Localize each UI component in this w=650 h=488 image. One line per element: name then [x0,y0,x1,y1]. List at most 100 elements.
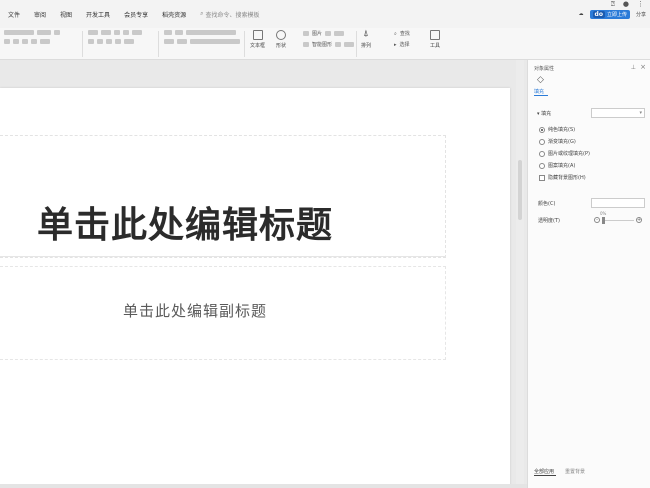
transparency-slider[interactable] [602,217,634,224]
command-search[interactable]: ⌕ 查找命令、搜索模板 [200,10,259,19]
fill-select[interactable]: ▾ [591,108,645,118]
toolbox-button[interactable]: 工具 [430,30,440,49]
toolbar-divider [82,31,83,57]
title-divider [0,256,446,257]
hide-background-checkbox[interactable] [539,174,545,181]
picture-fill-label: 图片或纹理填充(P) [548,151,590,157]
upload-badge[interactable]: do 立即上传 [589,9,630,19]
more-icon[interactable]: ⋮ [637,0,644,9]
slide[interactable]: 单击此处编辑标题 单击此处编辑副标题 [0,88,510,488]
menu-item-file[interactable]: 文件 [8,10,20,19]
edit-group: ⌕ 查找 ▸ 选择 [394,30,410,49]
share-label[interactable]: 分享 [636,11,646,18]
menu-item-docer[interactable]: 稻壳资源 [162,10,186,19]
gradient-fill-radio[interactable] [539,138,545,145]
text-tool-row[interactable] [198,30,236,35]
vertical-text-icon[interactable] [175,30,183,35]
text-effect-icon[interactable] [164,39,174,44]
font-size-select[interactable] [37,30,51,35]
numbering-icon[interactable] [101,30,111,35]
textbox-button[interactable]: 文本框 [250,30,265,49]
toolbox-icon [430,30,440,40]
solid-fill-radio[interactable] [539,126,545,133]
shape-label: 形状 [276,43,287,49]
underline-icon[interactable] [22,39,28,44]
apply-all-button[interactable]: 全部应用 [534,468,554,475]
fill-bucket-icon[interactable]: ◇ [537,75,544,85]
slider-thumb[interactable] [602,217,605,224]
window-controls: ⍰ ● ⋮ [611,0,644,9]
menu-item-member[interactable]: 会员专享 [124,10,148,19]
increase-transparency-button[interactable]: + [636,217,642,223]
image-label[interactable]: 图片 [312,30,322,37]
pin-icon[interactable]: ⊥ [631,64,636,71]
indent-icon[interactable] [114,30,120,35]
upload-badge-label: 立即上传 [606,11,627,18]
select-label[interactable]: 选择 [400,41,410,48]
menu-item-view[interactable]: 视图 [60,10,72,19]
outline-label[interactable] [344,42,355,47]
shape-button[interactable]: 形状 [276,30,286,49]
fill-section-text: 填充 [541,111,552,117]
text-direction-group [164,30,200,44]
select-icon[interactable]: ▸ [394,42,397,48]
vertical-scrollbar[interactable] [516,60,524,488]
tab-underline [534,95,548,96]
option-pattern-fill[interactable]: 图案填充(A) [539,162,575,169]
apply-all-underline [534,475,556,476]
font-color-icon[interactable] [40,39,50,44]
gradient-fill-label: 渐变填充(G) [548,139,576,145]
textbox-icon [252,30,263,40]
close-icon[interactable]: × [640,63,646,71]
columns-icon[interactable] [124,39,134,44]
panel-title: 对象属性 [534,66,555,72]
slide-title[interactable]: 单击此处编辑标题 [37,196,333,248]
image-icon[interactable] [303,31,309,36]
option-hide-background[interactable]: 隐藏背景图形(H) [539,174,586,181]
option-picture-fill[interactable]: 图片或纹理填充(P) [539,150,590,157]
align-center-icon[interactable] [97,39,103,44]
bullets-icon[interactable] [88,30,98,35]
font-family-select[interactable] [4,30,34,35]
decrease-transparency-button[interactable]: - [594,217,600,223]
fill-icon[interactable] [325,31,332,36]
smartart-label[interactable]: 智能图形 [312,41,332,48]
avatar[interactable]: ● [623,0,629,9]
pattern-fill-label: 图案填充(A) [548,163,576,169]
text-format-row[interactable] [198,39,240,44]
color-picker[interactable] [591,198,645,208]
cloud-icon[interactable]: ☁ [579,11,584,17]
slide-subtitle[interactable]: 单击此处编辑副标题 [123,300,267,321]
line-spacing-icon[interactable] [132,30,142,35]
arrange-button[interactable]: ⍋ 排列 [361,30,371,50]
menu-item-developer[interactable]: 开发工具 [86,10,110,19]
justify-icon[interactable] [115,39,121,44]
align-right-icon[interactable] [106,39,112,44]
align-left-icon[interactable] [88,39,94,44]
strike-icon[interactable] [31,39,37,44]
smartart-icon[interactable] [303,42,309,47]
menu-item-review[interactable]: 审阅 [34,10,46,19]
text-direction-icon[interactable] [164,30,172,35]
outdent-icon[interactable] [123,30,129,35]
italic-icon[interactable] [13,39,19,44]
option-solid-fill[interactable]: 纯色填充(S) [539,126,575,133]
tab-fill[interactable]: 填充 [534,88,544,95]
option-gradient-fill[interactable]: 渐变填充(G) [539,138,576,145]
outline-icon[interactable] [335,42,342,47]
hide-background-label: 隐藏背景图形(H) [548,175,586,181]
font-grow-icon[interactable] [54,30,60,35]
find-icon[interactable]: ⌕ [394,31,397,37]
slide-canvas-area: 单击此处编辑标题 单击此处编辑副标题 [0,60,527,488]
help-icon[interactable]: ⍰ [611,0,615,9]
reset-background-button[interactable]: 重置背景 [565,468,585,475]
text-shadow-icon[interactable] [177,39,187,44]
pattern-fill-radio[interactable] [539,162,545,169]
find-label[interactable]: 查找 [400,30,410,37]
fill-label[interactable] [334,31,345,36]
bold-icon[interactable] [4,39,10,44]
font-group [4,30,60,44]
scrollbar-thumb[interactable] [518,160,522,220]
fill-section-label[interactable]: ▾ 填充 [537,110,551,117]
picture-fill-radio[interactable] [539,150,545,157]
